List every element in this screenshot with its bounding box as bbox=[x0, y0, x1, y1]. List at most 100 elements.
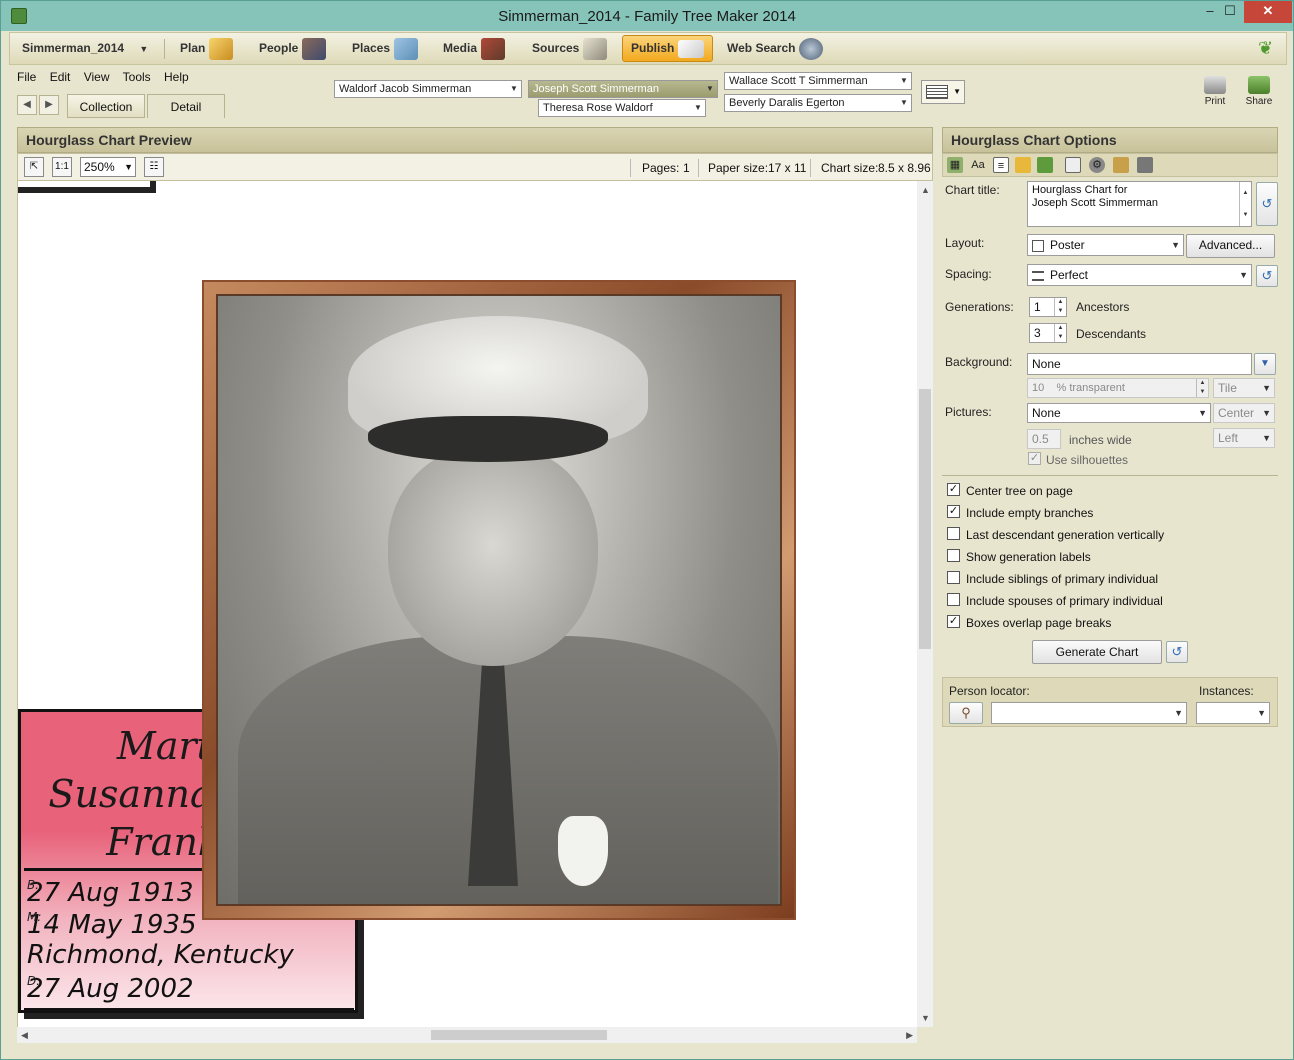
title-bar: Simmerman_2014 - Family Tree Maker 2014 … bbox=[1, 1, 1293, 31]
forward-button[interactable]: ▶ bbox=[39, 95, 59, 115]
zoom-select[interactable]: 250% ▼ bbox=[80, 157, 136, 177]
undo-icon: ↺ bbox=[1171, 644, 1183, 659]
chart-box-fragment bbox=[18, 181, 156, 193]
ancestors-stepper[interactable]: 1 ▲ ▼ bbox=[1029, 297, 1067, 317]
stepper-arrows-icon[interactable]: ▲ ▼ bbox=[1054, 298, 1066, 316]
mother-selector[interactable]: Theresa Rose Waldorf ▼ bbox=[538, 99, 706, 117]
chart-canvas[interactable]: Martha Susanna Hope Franklin B: 27 Aug 19… bbox=[17, 181, 917, 1027]
close-button[interactable]: ✕ bbox=[1244, 1, 1292, 23]
preview-header: Hourglass Chart Preview bbox=[17, 127, 933, 153]
scroll-down-icon[interactable]: ▼ bbox=[921, 1013, 930, 1023]
background-dropdown-button[interactable]: ▼ bbox=[1254, 353, 1276, 375]
chevron-down-icon: ▼ bbox=[1171, 240, 1180, 250]
box-style-icon[interactable] bbox=[1015, 157, 1031, 173]
generation-labels-checkbox[interactable] bbox=[947, 549, 960, 562]
text-format-icon[interactable]: ≡ bbox=[993, 157, 1009, 173]
include-siblings-checkbox[interactable] bbox=[947, 571, 960, 584]
empty-branches-checkbox[interactable]: ✓ bbox=[947, 505, 960, 518]
generate-chart-button[interactable]: Generate Chart bbox=[1032, 640, 1162, 664]
vertical-scroll-thumb[interactable] bbox=[919, 389, 931, 649]
reset-options-button[interactable]: ↺ bbox=[1166, 641, 1188, 663]
center-tree-checkbox[interactable]: ✓ bbox=[947, 483, 960, 496]
spouse-mother-selector[interactable]: Beverly Daralis Egerton ▼ bbox=[724, 94, 912, 112]
include-spouses-checkbox[interactable] bbox=[947, 593, 960, 606]
menu-tools[interactable]: Tools bbox=[123, 70, 151, 84]
last-gen-vertical-checkbox[interactable] bbox=[947, 527, 960, 540]
transparency-stepper[interactable]: 10 % transparent ▲ ▼ bbox=[1027, 378, 1209, 398]
descendants-stepper[interactable]: 3 ▲ ▼ bbox=[1029, 323, 1067, 343]
actual-size-button[interactable]: 1:1 bbox=[52, 157, 72, 177]
tree-icon: ☷ bbox=[149, 161, 159, 172]
chart-style-icon[interactable]: ▦ bbox=[947, 157, 963, 173]
menu-help[interactable]: Help bbox=[164, 70, 189, 84]
layout-select[interactable]: Poster ▼ bbox=[1027, 234, 1184, 256]
nav-web-search[interactable]: Web Search bbox=[727, 33, 824, 64]
primary-person-selector[interactable]: Joseph Scott Simmerman ▼ bbox=[528, 80, 718, 98]
page-setup-icon[interactable] bbox=[1065, 157, 1081, 173]
chart-size-label: Chart size: bbox=[821, 161, 879, 175]
scroll-arrows-icon[interactable]: ▲ ▼ bbox=[1239, 182, 1251, 226]
locate-person-button[interactable]: ⚲ bbox=[949, 702, 983, 724]
save-template-icon[interactable] bbox=[1037, 157, 1053, 173]
nav-media[interactable]: Media bbox=[443, 33, 506, 64]
spouse-father-selector[interactable]: Wallace Scott T Simmerman ▼ bbox=[724, 72, 912, 90]
tree-view-button[interactable]: ☷ bbox=[144, 157, 164, 177]
instances-select[interactable]: ▼ bbox=[1196, 702, 1270, 724]
background-select[interactable]: None bbox=[1027, 353, 1252, 375]
nav-people[interactable]: People bbox=[259, 33, 327, 64]
silhouettes-checkbox[interactable]: ✓ bbox=[1028, 452, 1041, 465]
chevron-down-icon: ▼ bbox=[139, 44, 149, 54]
share-button[interactable]: Share bbox=[1245, 76, 1273, 107]
options-toolbar: ▦ Aa ≡ ⚙ bbox=[942, 153, 1278, 177]
scroll-right-icon[interactable]: ▶ bbox=[906, 1030, 913, 1041]
vertical-scrollbar[interactable]: ▲ ▼ bbox=[917, 181, 933, 1027]
spacing-select[interactable]: Perfect ▼ bbox=[1027, 264, 1252, 286]
nav-publish[interactable]: Publish bbox=[622, 35, 714, 62]
tab-collection[interactable]: Collection bbox=[67, 94, 145, 118]
fit-page-button[interactable]: ⇱ bbox=[24, 157, 44, 177]
nav-places[interactable]: Places bbox=[352, 33, 419, 64]
generations-label: Generations: bbox=[945, 300, 1014, 314]
export-icon[interactable] bbox=[1113, 157, 1129, 173]
chart-title-input[interactable]: Hourglass Chart for Joseph Scott Simmerm… bbox=[1027, 181, 1252, 227]
person-photo-frame[interactable] bbox=[204, 282, 794, 918]
chevron-down-icon: ▼ bbox=[1198, 408, 1207, 418]
back-button[interactable]: ◀ bbox=[17, 95, 37, 115]
pictures-select[interactable]: None ▼ bbox=[1027, 403, 1211, 423]
tree-selector[interactable]: Simmerman_2014 ▼ bbox=[22, 33, 148, 64]
nav-sources[interactable]: Sources bbox=[532, 33, 608, 64]
horizontal-scrollbar[interactable]: ◀ ▶ bbox=[17, 1027, 917, 1043]
maximize-button[interactable]: ☐ bbox=[1213, 1, 1247, 23]
stepper-arrows-icon[interactable]: ▲ ▼ bbox=[1196, 379, 1208, 397]
person-locator-select[interactable]: ▼ bbox=[991, 702, 1187, 724]
background-mode-select[interactable]: Tile ▼ bbox=[1213, 378, 1275, 398]
tab-detail[interactable]: Detail bbox=[147, 94, 225, 118]
father-selector[interactable]: Waldorf Jacob Simmerman ▼ bbox=[334, 80, 522, 98]
reset-spacing-button[interactable]: ↺ bbox=[1256, 265, 1278, 287]
menu-file[interactable]: File bbox=[17, 70, 36, 84]
picture-side-select[interactable]: Left ▼ bbox=[1213, 428, 1275, 448]
options-header: Hourglass Chart Options bbox=[942, 127, 1278, 153]
chevron-down-icon: ▼ bbox=[706, 84, 714, 93]
print-button[interactable]: Print bbox=[1202, 76, 1228, 107]
menu-edit[interactable]: Edit bbox=[50, 70, 71, 84]
advanced-button[interactable]: Advanced... bbox=[1186, 234, 1275, 258]
picture-align-select[interactable]: Center ▼ bbox=[1213, 403, 1275, 423]
menu-view[interactable]: View bbox=[84, 70, 110, 84]
menu-bar: File Edit View Tools Help bbox=[17, 70, 199, 88]
reset-title-button[interactable]: ↺ bbox=[1256, 182, 1278, 226]
share-chart-icon[interactable] bbox=[1137, 157, 1153, 173]
birth-fact: B: 27 Aug 1913 bbox=[27, 878, 194, 908]
picture-width-input[interactable]: 0.5 bbox=[1027, 429, 1061, 449]
overlap-page-breaks-checkbox[interactable]: ✓ bbox=[947, 615, 960, 628]
stepper-arrows-icon[interactable]: ▲ ▼ bbox=[1054, 324, 1066, 342]
list-view-button[interactable]: ▼ bbox=[921, 80, 965, 104]
font-icon[interactable]: Aa bbox=[967, 157, 989, 173]
settings-gear-icon[interactable]: ⚙ bbox=[1089, 157, 1105, 173]
chevron-down-icon: ▼ bbox=[900, 98, 908, 107]
scroll-up-icon[interactable]: ▲ bbox=[921, 185, 930, 195]
list-icon bbox=[926, 85, 948, 99]
nav-plan[interactable]: Plan bbox=[180, 33, 234, 64]
scroll-left-icon[interactable]: ◀ bbox=[21, 1030, 28, 1041]
horizontal-scroll-thumb[interactable] bbox=[431, 1030, 607, 1040]
